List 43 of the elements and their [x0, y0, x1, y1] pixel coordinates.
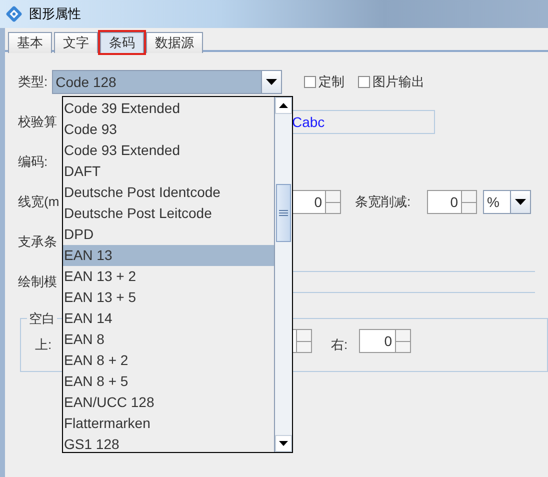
- checkbox[interactable]: [304, 76, 316, 88]
- list-item[interactable]: EAN 13: [63, 245, 274, 266]
- tab[interactable]: 文字: [54, 32, 98, 53]
- checkbox-label: 图片输出: [372, 73, 425, 92]
- list-item[interactable]: Flattermarken: [63, 413, 274, 434]
- field-label: 绘制模: [18, 273, 57, 292]
- list-item[interactable]: DAFT: [63, 161, 274, 182]
- scroll-up-icon: [279, 103, 288, 108]
- list-item[interactable]: Deutsche Post Identcode: [63, 182, 274, 203]
- field-label: 上:: [35, 336, 52, 354]
- list-item[interactable]: EAN 14: [63, 308, 274, 329]
- list-item[interactable]: EAN 8 + 5: [63, 371, 274, 392]
- list-item[interactable]: EAN 8 + 2: [63, 350, 274, 371]
- list-item[interactable]: DPD: [63, 224, 274, 245]
- tab[interactable]: 基本: [8, 32, 52, 53]
- checkbox-label: 定制: [318, 73, 345, 92]
- list-item[interactable]: Code 93 Extended: [63, 140, 274, 161]
- field-label: 线宽(m: [18, 193, 60, 212]
- tab[interactable]: 条码: [100, 32, 144, 53]
- checkbox[interactable]: [358, 76, 370, 88]
- field-label: 类型:: [18, 73, 48, 92]
- field-label: 条宽削减:: [355, 193, 411, 212]
- scroll-down-icon: [279, 441, 288, 446]
- list-item[interactable]: EAN 13 + 5: [63, 287, 274, 308]
- field-label: 右:: [331, 336, 348, 354]
- type-dropdown[interactable]: Code 128: [52, 70, 282, 94]
- list-item[interactable]: Deutsche Post Leitcode: [63, 203, 274, 224]
- scrollbar[interactable]: [274, 97, 292, 452]
- list-item[interactable]: EAN/UCC 128: [63, 392, 274, 413]
- list-item[interactable]: Code 39 Extended: [63, 98, 274, 119]
- list-item[interactable]: EAN 13 + 2: [63, 266, 274, 287]
- window-title: 图形属性: [29, 5, 81, 24]
- grip-icon: [279, 210, 288, 216]
- list-item[interactable]: Code 93: [63, 119, 274, 140]
- field-label: 校验算: [18, 113, 57, 132]
- field-label: 支承条: [18, 233, 57, 252]
- unit-dropdown[interactable]: %: [483, 190, 531, 214]
- list-item[interactable]: GS1 128: [63, 434, 274, 455]
- field-label: 编码:: [18, 153, 48, 172]
- caret-icon: [266, 79, 277, 85]
- list-item[interactable]: EAN 8: [63, 329, 274, 350]
- caret-icon: [515, 199, 526, 205]
- tab[interactable]: 数据源: [146, 32, 203, 53]
